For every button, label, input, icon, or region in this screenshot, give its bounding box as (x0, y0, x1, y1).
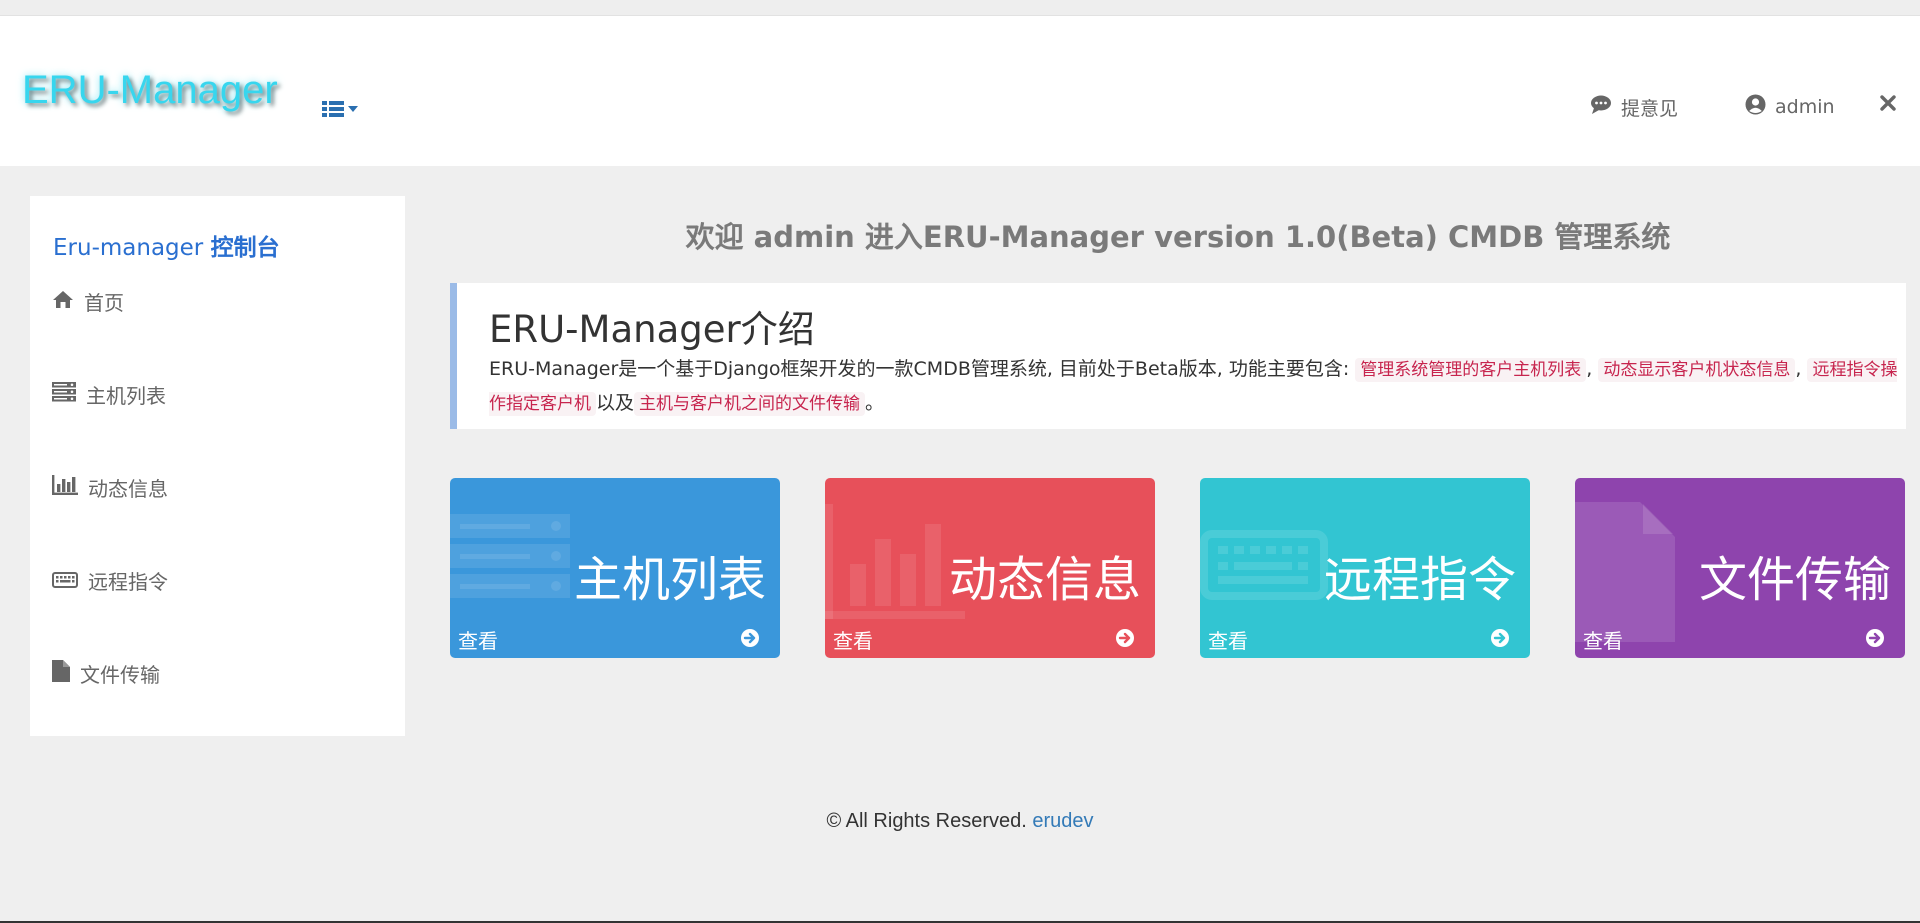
sidebar-item-label: 动态信息 (88, 477, 168, 501)
sidebar-item-hosts[interactable]: 主机列表 (52, 380, 166, 409)
arrow-circle-right-icon (1490, 628, 1510, 652)
feature-code: 管理系统管理的客户主机列表 (1355, 358, 1587, 382)
tile-file-transfer[interactable]: 文件传输 查看 (1575, 478, 1905, 658)
tile-label: 远程指令 (1323, 552, 1516, 608)
arrow-circle-right-icon (740, 628, 760, 652)
logout-button[interactable] (1880, 94, 1896, 116)
tile-hosts[interactable]: 主机列表 查看 (450, 478, 780, 658)
tile-remote-command[interactable]: 远程指令 查看 (1200, 478, 1530, 658)
sidebar-item-label: 首页 (84, 291, 124, 315)
server-icon (450, 504, 575, 608)
user-circle-icon (1745, 94, 1766, 120)
tile-label: 主机列表 (573, 552, 766, 608)
caret-down-icon (348, 106, 358, 112)
comment-icon (1590, 95, 1612, 120)
sidebar-title-prefix: Eru-manager (53, 235, 211, 261)
keyboard-icon (1200, 504, 1330, 608)
sidebar-item-file-transfer[interactable]: 文件传输 (52, 659, 160, 688)
feedback-label: 提意见 (1621, 98, 1679, 120)
tile-view-link[interactable]: 查看 (833, 625, 873, 654)
footer-text: © All Rights Reserved. (826, 810, 1033, 832)
intro-text: ERU-Manager是一个基于Django框架开发的一款CMDB管理系统, 目… (489, 353, 1904, 421)
footer-link[interactable]: erudev (1032, 810, 1093, 832)
list-icon (322, 100, 344, 118)
sidebar-title-bold: 控制台 (210, 235, 280, 261)
tile-label: 动态信息 (948, 552, 1141, 608)
top-strip (0, 0, 1920, 16)
tile-dynamic-info[interactable]: 动态信息 查看 (825, 478, 1155, 658)
tile-footer (825, 626, 1155, 658)
page-footer: © All Rights Reserved. erudev (0, 810, 1920, 833)
feature-code: 主机与客户机之间的文件传输 (634, 392, 866, 416)
server-icon (52, 382, 76, 407)
tile-footer (1575, 626, 1905, 658)
sidebar: Eru-manager 控制台 首页 主机列表 动态信息 远程指令 文件传输 (30, 196, 405, 736)
feature-code: 动态显示客户机状态信息 (1598, 358, 1796, 382)
tile-label: 文件传输 (1698, 552, 1891, 608)
home-icon (52, 290, 74, 314)
arrow-circle-right-icon (1865, 628, 1885, 652)
menu-toggle-button[interactable] (322, 100, 358, 118)
sidebar-item-label: 主机列表 (86, 384, 166, 408)
tile-view-link[interactable]: 查看 (1208, 625, 1248, 654)
bar-chart-icon (52, 475, 78, 500)
tile-footer (450, 626, 780, 658)
intro-separator: , (1795, 358, 1808, 380)
file-icon (52, 660, 70, 687)
intro-text-before: ERU-Manager是一个基于Django框架开发的一款CMDB管理系统, 目… (489, 358, 1356, 380)
sidebar-item-label: 文件传输 (80, 663, 160, 687)
intro-title: ERU-Manager介绍 (489, 308, 815, 351)
sidebar-item-home[interactable]: 首页 (52, 287, 124, 316)
navbar: ERU-Manager 提意见 admin (0, 16, 1920, 166)
tile-view-link[interactable]: 查看 (1583, 625, 1623, 654)
bar-chart-icon (825, 504, 965, 623)
intro-separator: , (1586, 358, 1599, 380)
intro-end: 。 (865, 392, 885, 414)
keyboard-icon (52, 569, 78, 593)
feedback-link[interactable]: 提意见 (1590, 94, 1678, 121)
intro-panel: ERU-Manager介绍 ERU-Manager是一个基于Django框架开发… (450, 283, 1906, 429)
user-menu[interactable]: admin (1745, 94, 1835, 120)
sidebar-item-label: 远程指令 (88, 570, 168, 594)
brand-logo[interactable]: ERU-Manager (22, 68, 278, 113)
user-label: admin (1775, 96, 1835, 118)
welcome-heading: 欢迎 admin 进入ERU-Manager version 1.0(Beta)… (685, 220, 1671, 254)
arrow-circle-right-icon (1115, 628, 1135, 652)
sidebar-item-dynamic-info[interactable]: 动态信息 (52, 473, 168, 502)
sidebar-title: Eru-manager 控制台 (53, 228, 280, 262)
sidebar-item-remote-command[interactable]: 远程指令 (52, 566, 168, 595)
close-icon (1880, 94, 1896, 116)
tile-footer (1200, 626, 1530, 658)
tile-view-link[interactable]: 查看 (458, 625, 498, 654)
intro-separator: 以及 (596, 392, 635, 414)
